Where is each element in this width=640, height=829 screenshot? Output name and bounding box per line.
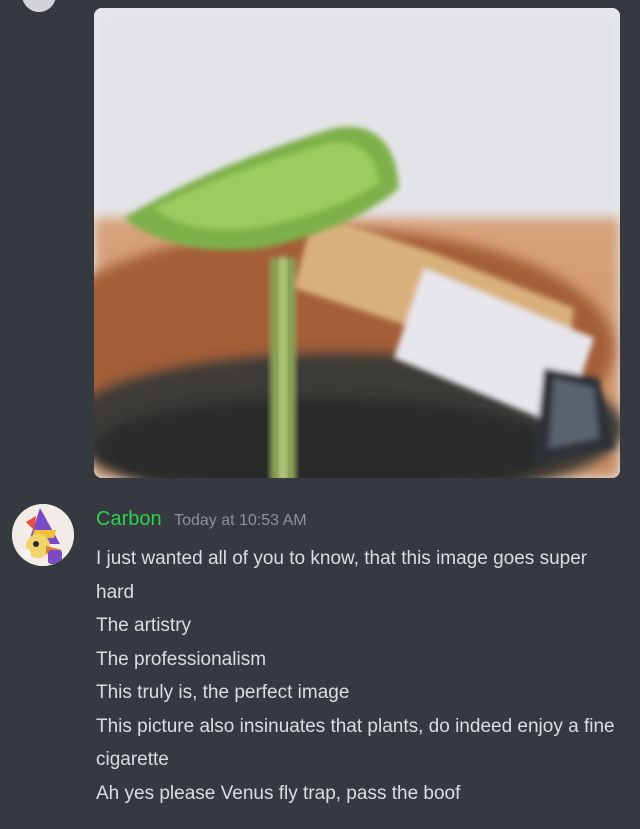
message-header: Carbon Today at 10:53 AM <box>96 508 307 531</box>
message-line: The professionalism <box>96 648 267 670</box>
image-attachment[interactable] <box>94 8 620 478</box>
message-line: Ah yes please Venus fly trap, pass the b… <box>96 782 461 804</box>
plant-cigarette-image <box>94 8 620 478</box>
previous-message-avatar[interactable] <box>22 0 56 12</box>
message-timestamp: Today at 10:53 AM <box>174 512 307 529</box>
message-content: I just wanted all of you to know, that t… <box>96 542 626 810</box>
message-line: This truly is, the perfect image <box>96 682 350 703</box>
user-avatar[interactable] <box>12 504 74 566</box>
wizard-character-avatar-icon <box>12 504 74 566</box>
message-line: The artistry <box>96 615 192 636</box>
message-line: I just wanted all of you to know, that t… <box>96 548 588 603</box>
message-line: This picture also insinuates that plants… <box>96 715 615 771</box>
author-name[interactable]: Carbon <box>96 508 162 530</box>
